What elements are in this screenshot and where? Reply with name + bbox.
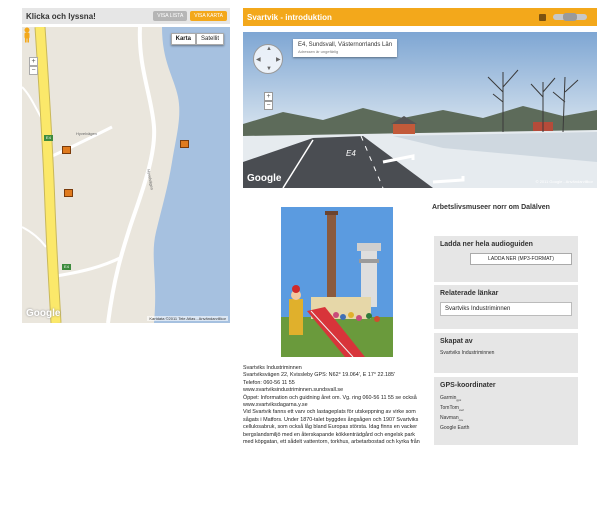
volume-slider[interactable] bbox=[553, 13, 587, 21]
pan-down-icon[interactable]: ▼ bbox=[266, 66, 272, 72]
map-type-control: Karta Satellit bbox=[170, 33, 224, 45]
pan-up-icon[interactable]: ▲ bbox=[266, 46, 272, 52]
poi-marker-icon[interactable] bbox=[62, 146, 71, 154]
download-mp3-button[interactable]: LADDA NER (MP3-FORMAT) bbox=[470, 253, 572, 265]
map-zoom-control: + − bbox=[29, 57, 38, 75]
sidebar-title: Arbetslivsmuseer norr om Dalälven bbox=[432, 204, 550, 211]
related-links-heading: Relaterade länkar bbox=[440, 290, 499, 297]
created-by-heading: Skapat av bbox=[440, 338, 473, 345]
description-line: Telefon: 060-56 11 55 bbox=[243, 379, 295, 386]
street-view-copyright[interactable]: © 2011 Google - Användarvillkor bbox=[536, 179, 593, 184]
street-view[interactable]: ▲ ▼ ◀ ▶ + − E4, Sundsvall, Västernorrlan… bbox=[243, 32, 597, 188]
street-view-address-note: Adressen är ungefärlig bbox=[298, 49, 339, 54]
gps-list: Garmingpx TomTomov2 Navmancsv Google Ear… bbox=[440, 394, 572, 432]
related-link[interactable]: Svartviks Industriminnen bbox=[440, 302, 572, 316]
map-type-satellite-button[interactable]: Satellit bbox=[195, 33, 224, 45]
map-zoom-out-button[interactable]: − bbox=[29, 66, 38, 75]
created-by-box: Skapat av Svartviks Industriminnen bbox=[434, 333, 578, 373]
street-view-zoom-control: + − bbox=[264, 92, 273, 110]
sv-zoom-out-button[interactable]: − bbox=[264, 101, 273, 110]
show-list-button[interactable]: VISA LISTA bbox=[153, 11, 188, 21]
street-view-address-box: E4, Sundsvall, Västernorrlands Län Adres… bbox=[293, 39, 398, 57]
gps-item-garmin[interactable]: Garmingpx bbox=[440, 394, 572, 404]
gps-item-tomtom[interactable]: TomTomov2 bbox=[440, 404, 572, 414]
description-line: Svartviks Industriminnen bbox=[243, 365, 302, 371]
pegman-icon[interactable] bbox=[22, 27, 32, 43]
street-view-address: E4, Sundsvall, Västernorrlands Län bbox=[298, 42, 393, 48]
show-map-button[interactable]: VISA KARTA bbox=[190, 11, 227, 21]
download-heading: Ladda ner hela audioguiden bbox=[440, 241, 533, 248]
pan-left-icon[interactable]: ◀ bbox=[256, 56, 261, 63]
gps-item-google-earth[interactable]: Google Earth bbox=[440, 424, 572, 432]
description-link[interactable]: www.svartviksindustriminnen.sundsvall.se bbox=[243, 387, 421, 394]
sv-zoom-in-button[interactable]: + bbox=[264, 92, 273, 101]
street-view-nav-control[interactable]: ▲ ▼ ◀ ▶ bbox=[253, 44, 283, 74]
location-description: Svartviks Industriminnen Svartviksvägen … bbox=[243, 365, 421, 446]
right-panel-header: Svartvik - introduktion bbox=[243, 8, 597, 26]
road-label: Hyvelvägen bbox=[76, 131, 97, 136]
related-links-box: Relaterade länkar Svartviks Industriminn… bbox=[434, 285, 578, 329]
pan-right-icon[interactable]: ▶ bbox=[276, 56, 281, 63]
poi-marker-icon[interactable] bbox=[64, 189, 73, 197]
road-shield-icon: E4 bbox=[62, 264, 71, 270]
download-box: Ladda ner hela audioguiden LADDA NER (MP… bbox=[434, 236, 578, 282]
description-link[interactable]: www.svartviksdagarna.y.se bbox=[243, 402, 421, 409]
google-logo: Google bbox=[26, 308, 61, 319]
created-by-text: Svartviks Industriminnen bbox=[440, 350, 495, 356]
map[interactable]: + − Karta Satellit Hyvelvägen Hyvelvägen… bbox=[22, 27, 230, 323]
audio-icon[interactable] bbox=[539, 13, 546, 21]
gps-box: GPS-koordinater Garmingpx TomTomov2 Navm… bbox=[434, 377, 578, 445]
right-panel-title: Svartvik - introduktion bbox=[247, 12, 332, 22]
poi-marker-icon[interactable] bbox=[180, 140, 189, 148]
left-panel-header: Klicka och lyssna! VISA LISTA VISA KARTA bbox=[22, 8, 230, 24]
left-panel-title: Klicka och lyssna! bbox=[26, 11, 96, 21]
google-logo: Google bbox=[247, 173, 282, 184]
description-line: Vid Svartvik fanns ett varv och lastagep… bbox=[243, 409, 420, 446]
gps-item-navman[interactable]: Navmancsv bbox=[440, 414, 572, 424]
map-copyright[interactable]: Kartdata ©2011 Tele Atlas - Användarvill… bbox=[147, 316, 228, 321]
road-shield-icon: E4 bbox=[44, 135, 53, 141]
map-canvas bbox=[22, 27, 230, 323]
map-type-map-button[interactable]: Karta bbox=[170, 33, 196, 45]
location-photo bbox=[281, 207, 393, 357]
street-view-road-label: E4 bbox=[346, 149, 356, 158]
description-line: Svartviksvägen 22, Kvissleby GPS: N62° 1… bbox=[243, 372, 396, 379]
map-zoom-in-button[interactable]: + bbox=[29, 57, 38, 66]
description-line: Öppet: Information och guidning året om.… bbox=[243, 394, 417, 401]
gps-heading: GPS-koordinater bbox=[440, 382, 496, 389]
